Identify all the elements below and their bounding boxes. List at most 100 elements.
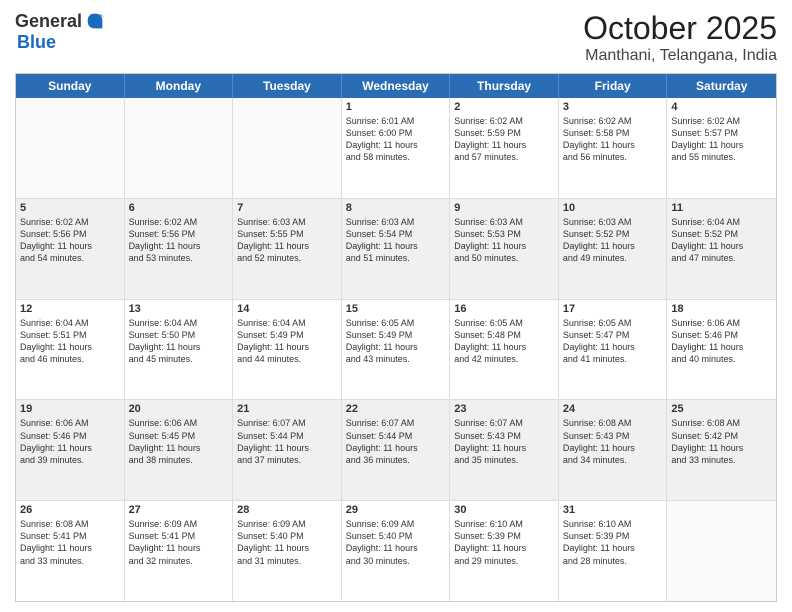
calendar-day-14: 14 Sunrise: 6:04 AMSunset: 5:49 PMDayligh… <box>233 300 342 400</box>
logo-icon <box>84 10 106 32</box>
weekday-header-saturday: Saturday <box>667 74 776 98</box>
weekday-header-monday: Monday <box>125 74 234 98</box>
calendar-day-15: 15Sunrise: 6:05 AMSunset: 5:49 PMDayligh… <box>342 300 451 400</box>
day-number: 12 <box>20 303 120 315</box>
location-subtitle: Manthani, Telangana, India <box>583 47 777 65</box>
day-details: Sunrise: 6:07 AMSunset: 5:44 PMDaylight:… <box>237 417 337 466</box>
calendar-week-3: 12Sunrise: 6:04 AMSunset: 5:51 PMDayligh… <box>16 300 776 401</box>
weekday-header-wednesday: Wednesday <box>342 74 451 98</box>
day-details: Sunrise: 6:06 AMSunset: 5:46 PMDaylight:… <box>671 317 772 366</box>
day-number: 11 <box>671 202 772 214</box>
calendar-empty-cell <box>125 98 234 198</box>
title-block: October 2025 Manthani, Telangana, India <box>583 10 777 65</box>
calendar-empty-cell <box>16 98 125 198</box>
day-details: Sunrise: 6:06 AMSunset: 5:45 PMDaylight:… <box>129 417 229 466</box>
calendar-body: 1Sunrise: 6:01 AMSunset: 6:00 PMDaylight… <box>16 98 776 601</box>
day-number: 6 <box>129 202 229 214</box>
weekday-header-sunday: Sunday <box>16 74 125 98</box>
day-number: 2 <box>454 101 554 113</box>
calendar-day-1: 1Sunrise: 6:01 AMSunset: 6:00 PMDaylight… <box>342 98 451 198</box>
month-year-title: October 2025 <box>583 10 777 47</box>
calendar-day-23: 23Sunrise: 6:07 AMSunset: 5:43 PMDayligh… <box>450 400 559 500</box>
day-number: 14 <box>237 303 337 315</box>
day-number: 27 <box>129 504 229 516</box>
logo-blue-text: Blue <box>17 32 56 52</box>
day-details: Sunrise: 6:03 AMSunset: 5:55 PMDaylight:… <box>237 216 337 265</box>
calendar-day-29: 29Sunrise: 6:09 AMSunset: 5:40 PMDayligh… <box>342 501 451 601</box>
calendar-day-16: 16 Sunrise: 6:05 AMSunset: 5:48 PMDayligh… <box>450 300 559 400</box>
calendar-day-3: 3 Sunrise: 6:02 AMSunset: 5:58 PMDaylight… <box>559 98 668 198</box>
day-number: 9 <box>454 202 554 214</box>
calendar-empty-cell <box>233 98 342 198</box>
calendar-day-4: 4 Sunrise: 6:02 AMSunset: 5:57 PMDaylight… <box>667 98 776 198</box>
day-number: 1 <box>346 101 446 113</box>
calendar-day-28: 28 Sunrise: 6:09 AMSunset: 5:40 PMDayligh… <box>233 501 342 601</box>
calendar-week-1: 1Sunrise: 6:01 AMSunset: 6:00 PMDaylight… <box>16 98 776 199</box>
day-details: Sunrise: 6:09 AMSunset: 5:40 PMDaylight:… <box>237 518 337 567</box>
day-number: 19 <box>20 403 120 415</box>
calendar-day-22: 22Sunrise: 6:07 AMSunset: 5:44 PMDayligh… <box>342 400 451 500</box>
weekday-header-friday: Friday <box>559 74 668 98</box>
calendar-day-5: 5 Sunrise: 6:02 AMSunset: 5:56 PMDaylight… <box>16 199 125 299</box>
day-number: 22 <box>346 403 446 415</box>
day-details: Sunrise: 6:10 AMSunset: 5:39 PMDaylight:… <box>563 518 663 567</box>
weekday-header-thursday: Thursday <box>450 74 559 98</box>
calendar-day-11: 11 Sunrise: 6:04 AMSunset: 5:52 PMDayligh… <box>667 199 776 299</box>
calendar-day-19: 19 Sunrise: 6:06 AMSunset: 5:46 PMDayligh… <box>16 400 125 500</box>
calendar-header: SundayMondayTuesdayWednesdayThursdayFrid… <box>16 74 776 98</box>
calendar-day-18: 18 Sunrise: 6:06 AMSunset: 5:46 PMDayligh… <box>667 300 776 400</box>
day-details: Sunrise: 6:08 AMSunset: 5:43 PMDaylight:… <box>563 417 663 466</box>
day-number: 30 <box>454 504 554 516</box>
day-details: Sunrise: 6:10 AMSunset: 5:39 PMDaylight:… <box>454 518 554 567</box>
day-number: 5 <box>20 202 120 214</box>
page: General Blue October 2025 Manthani, Tela… <box>0 0 792 612</box>
logo-general-text: General <box>15 11 82 32</box>
day-details: Sunrise: 6:04 AMSunset: 5:49 PMDaylight:… <box>237 317 337 366</box>
calendar-day-8: 8Sunrise: 6:03 AMSunset: 5:54 PMDaylight… <box>342 199 451 299</box>
day-number: 7 <box>237 202 337 214</box>
day-details: Sunrise: 6:04 AMSunset: 5:52 PMDaylight:… <box>671 216 772 265</box>
day-number: 25 <box>671 403 772 415</box>
calendar-day-2: 2Sunrise: 6:02 AMSunset: 5:59 PMDaylight… <box>450 98 559 198</box>
weekday-header-tuesday: Tuesday <box>233 74 342 98</box>
day-details: Sunrise: 6:03 AMSunset: 5:53 PMDaylight:… <box>454 216 554 265</box>
calendar-day-24: 24Sunrise: 6:08 AMSunset: 5:43 PMDayligh… <box>559 400 668 500</box>
day-number: 15 <box>346 303 446 315</box>
day-number: 31 <box>563 504 663 516</box>
day-number: 10 <box>563 202 663 214</box>
day-number: 26 <box>20 504 120 516</box>
calendar-day-20: 20 Sunrise: 6:06 AMSunset: 5:45 PMDayligh… <box>125 400 234 500</box>
day-number: 28 <box>237 504 337 516</box>
day-details: Sunrise: 6:07 AMSunset: 5:43 PMDaylight:… <box>454 417 554 466</box>
calendar-day-7: 7 Sunrise: 6:03 AMSunset: 5:55 PMDaylight… <box>233 199 342 299</box>
day-number: 20 <box>129 403 229 415</box>
calendar-week-4: 19 Sunrise: 6:06 AMSunset: 5:46 PMDayligh… <box>16 400 776 501</box>
day-details: Sunrise: 6:02 AMSunset: 5:57 PMDaylight:… <box>671 115 772 164</box>
day-details: Sunrise: 6:06 AMSunset: 5:46 PMDaylight:… <box>20 417 120 466</box>
calendar-day-30: 30 Sunrise: 6:10 AMSunset: 5:39 PMDayligh… <box>450 501 559 601</box>
calendar-day-26: 26 Sunrise: 6:08 AMSunset: 5:41 PMDayligh… <box>16 501 125 601</box>
day-details: Sunrise: 6:02 AMSunset: 5:56 PMDaylight:… <box>20 216 120 265</box>
day-number: 13 <box>129 303 229 315</box>
calendar-day-17: 17Sunrise: 6:05 AMSunset: 5:47 PMDayligh… <box>559 300 668 400</box>
calendar-day-13: 13Sunrise: 6:04 AMSunset: 5:50 PMDayligh… <box>125 300 234 400</box>
calendar-day-6: 6 Sunrise: 6:02 AMSunset: 5:56 PMDaylight… <box>125 199 234 299</box>
calendar-day-31: 31 Sunrise: 6:10 AMSunset: 5:39 PMDayligh… <box>559 501 668 601</box>
calendar-day-12: 12Sunrise: 6:04 AMSunset: 5:51 PMDayligh… <box>16 300 125 400</box>
calendar-day-27: 27Sunrise: 6:09 AMSunset: 5:41 PMDayligh… <box>125 501 234 601</box>
day-details: Sunrise: 6:05 AMSunset: 5:48 PMDaylight:… <box>454 317 554 366</box>
day-number: 18 <box>671 303 772 315</box>
day-details: Sunrise: 6:08 AMSunset: 5:41 PMDaylight:… <box>20 518 120 567</box>
day-details: Sunrise: 6:03 AMSunset: 5:54 PMDaylight:… <box>346 216 446 265</box>
day-details: Sunrise: 6:02 AMSunset: 5:56 PMDaylight:… <box>129 216 229 265</box>
calendar-week-2: 5 Sunrise: 6:02 AMSunset: 5:56 PMDaylight… <box>16 199 776 300</box>
day-details: Sunrise: 6:02 AMSunset: 5:58 PMDaylight:… <box>563 115 663 164</box>
day-details: Sunrise: 6:03 AMSunset: 5:52 PMDaylight:… <box>563 216 663 265</box>
day-number: 16 <box>454 303 554 315</box>
day-number: 4 <box>671 101 772 113</box>
calendar-day-10: 10 Sunrise: 6:03 AMSunset: 5:52 PMDayligh… <box>559 199 668 299</box>
day-number: 17 <box>563 303 663 315</box>
calendar-day-21: 21 Sunrise: 6:07 AMSunset: 5:44 PMDayligh… <box>233 400 342 500</box>
day-number: 3 <box>563 101 663 113</box>
day-number: 21 <box>237 403 337 415</box>
